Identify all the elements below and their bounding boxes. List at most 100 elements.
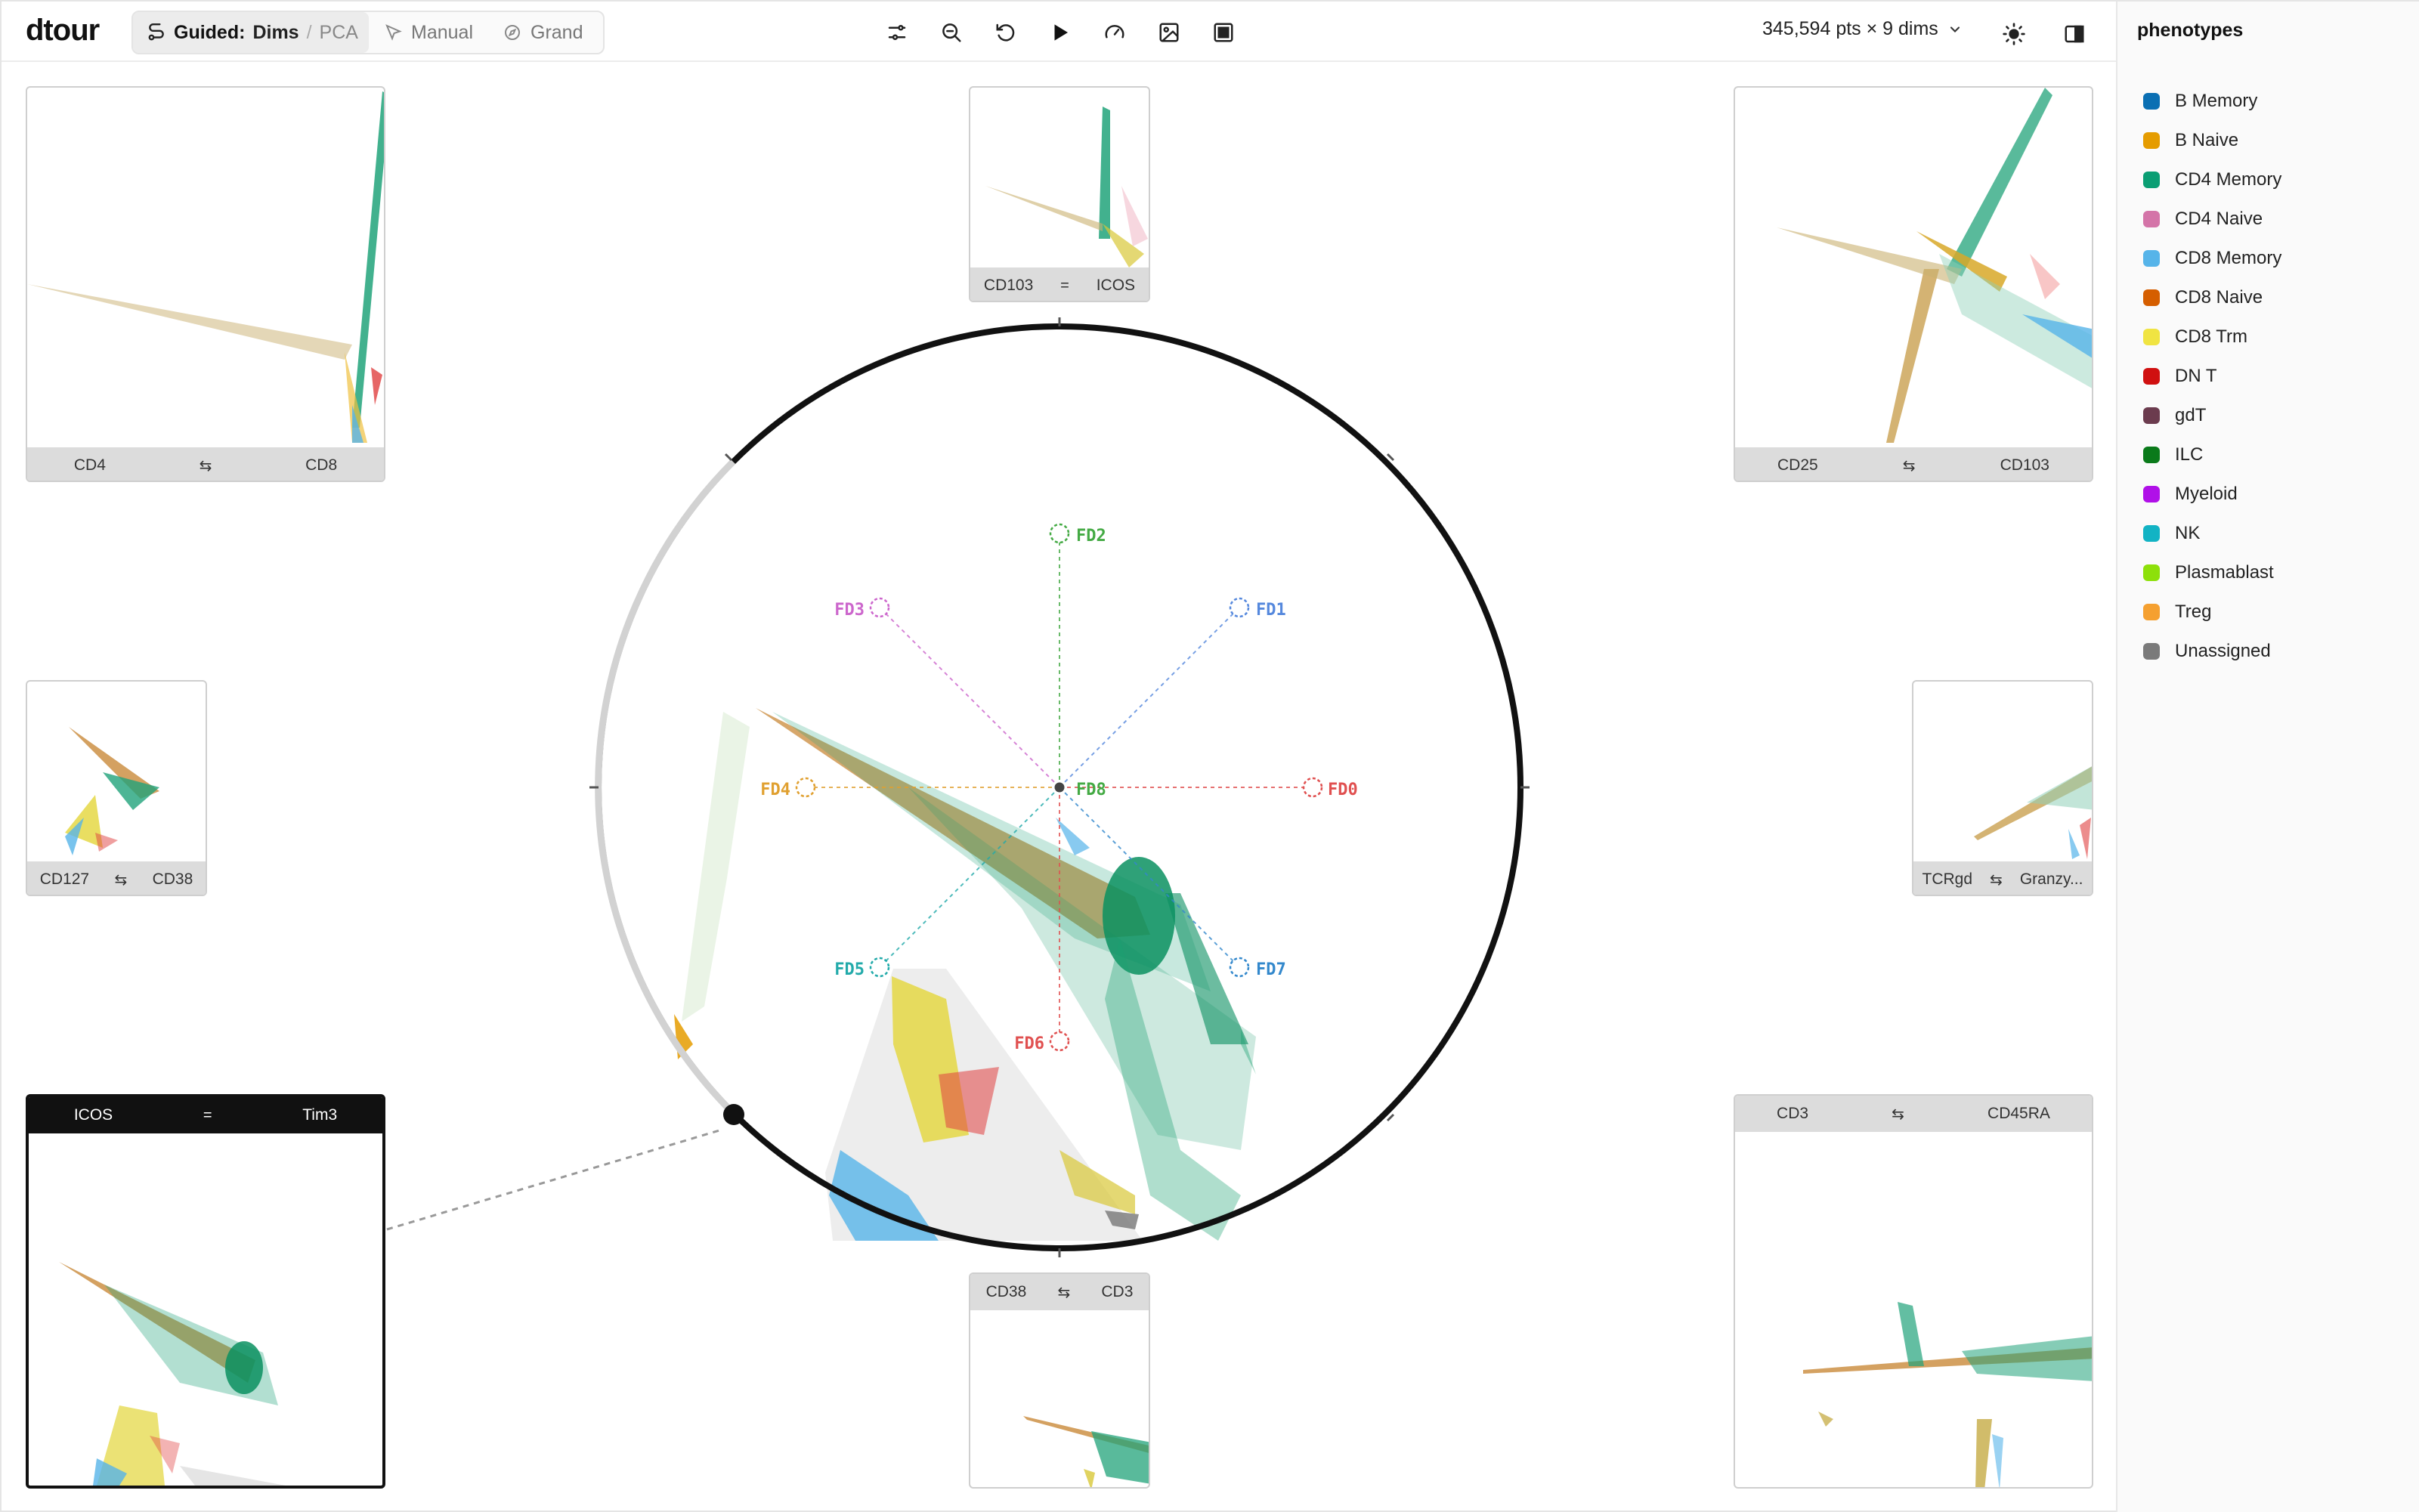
zoom-out-button[interactable] <box>933 14 970 51</box>
tour-playhead[interactable] <box>723 1104 744 1125</box>
link-icon[interactable]: = <box>1060 277 1069 295</box>
thumbnail-bar: CD3 ⇆ CD45RA <box>1735 1096 2092 1132</box>
legend-item[interactable]: Treg <box>2143 592 2281 632</box>
thumbnail-bar: CD38 ⇆ CD3 <box>970 1274 1149 1310</box>
legend-item[interactable]: CD8 Naive <box>2143 278 2281 317</box>
legend-label: Myeloid <box>2175 484 2238 504</box>
legend-label: DN T <box>2175 366 2217 386</box>
legend-label: CD8 Memory <box>2175 248 2282 268</box>
legend-item[interactable]: DN T <box>2143 357 2281 396</box>
thumbnail-cd3-cd45ra[interactable]: CD3 ⇆ CD45RA <box>1734 1094 2093 1489</box>
swap-icon[interactable]: ⇆ <box>114 870 127 889</box>
legend-swatch <box>2143 643 2160 660</box>
axis-handle[interactable] <box>795 777 816 798</box>
axis-handle[interactable] <box>1049 523 1070 544</box>
thumbnail-bar: CD25 ⇆ CD103 <box>1735 447 2092 481</box>
legend-item[interactable]: ILC <box>2143 435 2281 475</box>
axis-handle[interactable] <box>1229 957 1250 978</box>
axis-line <box>1059 607 1240 788</box>
film-icon <box>1214 23 1233 42</box>
sidebar: phenotypes B Memory B Naive CD4 Memory CD4 … <box>2116 2 2419 1512</box>
reset-button[interactable] <box>987 14 1025 51</box>
mode-grand-label: Grand <box>531 21 583 43</box>
thumbnail-tcrgd-granzyme[interactable]: TCRgd ⇆ Granzy... <box>1912 680 2093 896</box>
axis-handle[interactable] <box>869 957 890 978</box>
tour-canvas[interactable]: FD0 FD1 FD2 FD3 FD4 FD5 FD6 FD7 FD8 CD4 ⇆ CD8 <box>2 62 2116 1512</box>
theme-toggle-button[interactable] <box>1995 15 2033 53</box>
swap-icon[interactable]: ⇆ <box>200 456 212 475</box>
axis-label: FD0 <box>1328 781 1358 799</box>
feature-axes[interactable]: FD0 FD1 FD2 FD3 FD4 FD5 FD6 FD7 FD8 <box>760 523 1358 1053</box>
axis-handle[interactable] <box>869 597 890 618</box>
points-dims-label: 345,594 pts × 9 dims <box>1762 18 1938 39</box>
thumbnail-cd25-cd103[interactable]: CD25 ⇆ CD103 <box>1734 86 2093 482</box>
legend-label: ILC <box>2175 444 2204 465</box>
thumbnail-cd38-cd3[interactable]: CD38 ⇆ CD3 <box>969 1272 1150 1489</box>
toolbar-actions <box>878 14 1242 51</box>
legend-label: CD4 Memory <box>2175 169 2282 190</box>
thumbnail-icos-tim3-selected[interactable]: ICOS = Tim3 <box>26 1094 385 1489</box>
mode-guided-pca[interactable]: PCA <box>320 22 358 44</box>
thumbnail-cd103-icos[interactable]: CD103 = ICOS <box>969 86 1150 302</box>
swap-icon[interactable]: ⇆ <box>1892 1105 1904 1124</box>
swap-icon[interactable]: ⇆ <box>1990 870 2003 889</box>
swap-icon[interactable]: ⇆ <box>1057 1283 1070 1302</box>
thumbnail-plot <box>65 727 159 855</box>
play-button[interactable] <box>1041 14 1079 51</box>
route-icon <box>148 23 164 41</box>
legend-item[interactable]: B Memory <box>2143 82 2281 121</box>
thumbnail-dim-b: CD45RA <box>1987 1105 2050 1122</box>
mode-manual-button[interactable]: Manual <box>369 12 488 53</box>
speed-button[interactable] <box>1096 14 1134 51</box>
image-export-button[interactable] <box>1150 14 1188 51</box>
legend-item[interactable]: NK <box>2143 514 2281 553</box>
link-icon[interactable]: = <box>203 1107 212 1124</box>
axis-fd2[interactable]: FD2 <box>1049 523 1106 787</box>
axis-label: FD6 <box>1014 1034 1044 1053</box>
pointer-icon <box>385 24 402 41</box>
legend-item[interactable]: gdT <box>2143 396 2281 435</box>
sidebar-toggle-button[interactable] <box>2056 15 2093 53</box>
sliders-button[interactable] <box>878 14 916 51</box>
axis-label: FD5 <box>834 960 865 979</box>
thumbnail-plot <box>1777 88 2092 443</box>
legend-item[interactable]: Myeloid <box>2143 475 2281 514</box>
legend-item[interactable]: CD4 Naive <box>2143 199 2281 239</box>
legend-item[interactable]: Unassigned <box>2143 632 2281 671</box>
sidebar-title: phenotypes <box>2137 20 2244 41</box>
phenotype-legend: B Memory B Naive CD4 Memory CD4 Naive CD8 Me… <box>2143 82 2281 671</box>
app-window: dtour Guided: Dims / PCA Manual Grand 34… <box>0 0 2419 1512</box>
legend-item[interactable]: CD4 Memory <box>2143 160 2281 199</box>
axis-label: FD2 <box>1076 527 1106 546</box>
thumbnail-dim-a: CD103 <box>983 277 1034 294</box>
legend-item[interactable]: CD8 Memory <box>2143 239 2281 278</box>
legend-swatch <box>2143 604 2160 620</box>
legend-item[interactable]: CD8 Trm <box>2143 317 2281 357</box>
axis-fd8[interactable]: FD8 <box>1052 780 1106 799</box>
thumbnail-cd4-cd8[interactable]: CD4 ⇆ CD8 <box>26 86 385 482</box>
thumbnail-dim-b: ICOS <box>1096 277 1136 294</box>
legend-label: Treg <box>2175 601 2212 622</box>
thumbnail-dim-b: Tim3 <box>302 1106 338 1124</box>
mode-guided-dims[interactable]: Dims <box>252 22 299 44</box>
axis-handle[interactable] <box>1302 777 1323 798</box>
axis-handle[interactable] <box>1049 1031 1070 1052</box>
legend-swatch <box>2143 447 2160 463</box>
legend-swatch <box>2143 132 2160 149</box>
axis-fd1[interactable]: FD1 <box>1059 597 1286 788</box>
legend-swatch <box>2143 211 2160 227</box>
legend-swatch <box>2143 486 2160 502</box>
swap-icon[interactable]: ⇆ <box>1903 456 1916 475</box>
points-dims-dropdown[interactable]: 345,594 pts × 9 dims <box>1762 18 1963 40</box>
thumbnail-cd127-cd38[interactable]: CD127 ⇆ CD38 <box>26 680 207 896</box>
axis-handle[interactable] <box>1229 597 1250 618</box>
mode-grand-button[interactable]: Grand <box>488 12 598 53</box>
record-button[interactable] <box>1205 14 1242 51</box>
thumbnail-plot <box>59 1262 286 1486</box>
thumbnail-dim-b: CD3 <box>1101 1283 1134 1300</box>
play-icon <box>1054 24 1068 41</box>
legend-item[interactable]: B Naive <box>2143 121 2281 160</box>
legend-item[interactable]: Plasmablast <box>2143 553 2281 592</box>
axis-handle[interactable] <box>1052 780 1067 795</box>
mode-guided-button[interactable]: Guided: Dims / PCA <box>133 12 369 53</box>
